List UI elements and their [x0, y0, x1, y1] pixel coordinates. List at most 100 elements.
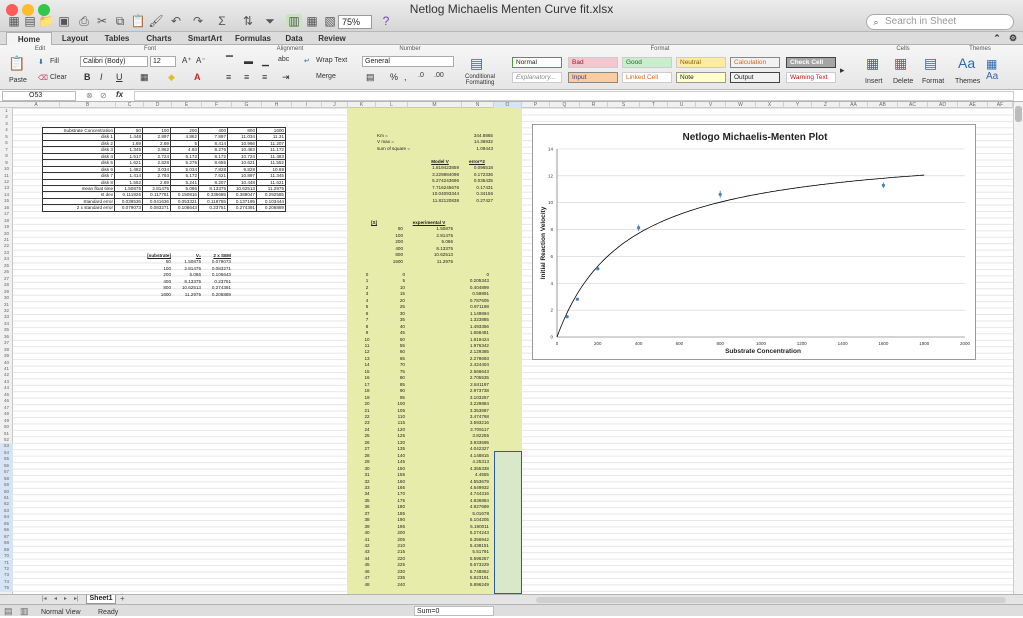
- table-cell[interactable]: 0.106643: [170, 204, 199, 212]
- font-size-select[interactable]: 12: [150, 56, 176, 67]
- table-cell[interactable]: 11.2975: [172, 292, 202, 298]
- row-header[interactable]: 75: [0, 585, 13, 592]
- decrease-font-icon[interactable]: A⁻: [196, 56, 206, 65]
- cell-style-check-cell[interactable]: Check Cell: [786, 57, 836, 68]
- table-cell[interactable]: 0.083271: [142, 204, 171, 212]
- font-color-icon[interactable]: A: [194, 72, 201, 82]
- merge-button[interactable]: Merge: [316, 73, 336, 80]
- themes-icon[interactable]: Aa: [958, 55, 975, 71]
- open-icon[interactable]: 📁: [38, 14, 54, 28]
- table-cell[interactable]: 0.079073: [114, 204, 143, 212]
- text-orientation-icon[interactable]: abc: [278, 56, 289, 63]
- zoom-level[interactable]: 75%: [338, 15, 372, 29]
- new-workbook-icon[interactable]: ▦: [6, 14, 22, 28]
- wrap-text-button[interactable]: Wrap Text: [316, 57, 347, 64]
- chart-data-point[interactable]: [881, 183, 885, 187]
- cell-style-good[interactable]: Good: [622, 57, 672, 68]
- help-icon[interactable]: ?: [378, 14, 394, 28]
- currency-icon[interactable]: ▤: [366, 72, 375, 83]
- theme-fonts-icon[interactable]: Aa: [986, 71, 998, 82]
- filter-icon[interactable]: ⏷: [262, 14, 278, 28]
- save-icon[interactable]: ▣: [56, 14, 72, 28]
- indent-icon[interactable]: ⇥: [282, 72, 290, 83]
- tab-charts[interactable]: Charts: [140, 32, 178, 45]
- search-input[interactable]: Search in Sheet: [866, 14, 1014, 30]
- increase-decimal-icon[interactable]: .0: [418, 72, 424, 79]
- table-cell[interactable]: 240: [374, 582, 406, 588]
- templates-icon[interactable]: ▤: [22, 14, 38, 28]
- prev-sheet-icon[interactable]: ◂: [54, 595, 57, 602]
- cell-style-input[interactable]: Input: [568, 72, 618, 83]
- wrap-text-icon[interactable]: ↵: [304, 57, 310, 65]
- format-painter-icon[interactable]: 🖌: [148, 14, 164, 28]
- chart-area[interactable]: Netlogo Michaelis-Menten Plot Substrate …: [532, 124, 976, 360]
- cut-icon[interactable]: ✂: [94, 14, 110, 28]
- chart-data-point[interactable]: [565, 315, 569, 319]
- table-cell[interactable]: 0.274391: [227, 204, 257, 212]
- chart-data-point[interactable]: [596, 267, 600, 271]
- conditional-formatting-button[interactable]: Conditional Formatting: [460, 74, 500, 86]
- gallery-icon[interactable]: ▦: [304, 14, 320, 28]
- conditional-formatting-icon[interactable]: ▤: [470, 55, 483, 72]
- collapse-ribbon-icon[interactable]: ⌃: [990, 32, 1004, 45]
- table-cell[interactable]: 11.82120838: [420, 198, 460, 204]
- fill-icon[interactable]: ⬇: [38, 58, 44, 66]
- align-left-icon[interactable]: ≡: [226, 72, 231, 82]
- formula-input[interactable]: [134, 91, 1014, 101]
- themes-button[interactable]: Themes: [955, 78, 980, 85]
- cell-style-output[interactable]: Output: [730, 72, 780, 83]
- add-sheet-icon[interactable]: +: [120, 594, 125, 603]
- table-cell[interactable]: 0.23751: [198, 204, 228, 212]
- borders-icon[interactable]: ▦: [140, 72, 149, 83]
- tab-layout[interactable]: Layout: [56, 32, 94, 45]
- cell-style-note[interactable]: Note: [676, 72, 726, 83]
- align-right-icon[interactable]: ≡: [262, 72, 267, 82]
- comma-icon[interactable]: ,: [404, 72, 407, 82]
- paste-clipboard-icon[interactable]: 📋: [8, 55, 25, 72]
- undo-icon[interactable]: ↶: [168, 14, 184, 28]
- increase-font-icon[interactable]: A⁺: [182, 56, 192, 65]
- table-cell[interactable]: 5.896249: [406, 582, 490, 588]
- toolbox-icon[interactable]: ▥: [286, 14, 302, 28]
- bold-icon[interactable]: B: [84, 72, 91, 82]
- tab-data[interactable]: Data: [278, 32, 310, 45]
- vertical-scrollbar[interactable]: [1013, 102, 1023, 594]
- copy-icon[interactable]: ⧉: [112, 14, 128, 28]
- theme-colors-icon[interactable]: ▦: [986, 57, 997, 71]
- sheet-tab-sheet1[interactable]: Sheet1: [86, 595, 116, 604]
- cell-style-neutral[interactable]: Neutral: [676, 57, 726, 68]
- insert-cells-icon[interactable]: ▦: [866, 55, 879, 72]
- cell-style-normal[interactable]: Normal: [512, 57, 562, 68]
- tab-review[interactable]: Review: [314, 32, 350, 45]
- format-cells-icon[interactable]: ▤: [924, 55, 937, 72]
- percent-icon[interactable]: %: [390, 72, 398, 82]
- font-name-select[interactable]: Calibri (Body): [80, 56, 148, 67]
- italic-icon[interactable]: I: [100, 72, 103, 82]
- redo-icon[interactable]: ↷: [190, 14, 206, 28]
- horizontal-scrollbar[interactable]: [536, 597, 1006, 603]
- next-sheet-icon[interactable]: ▸: [64, 595, 67, 602]
- delete-cells-icon[interactable]: ▦: [894, 55, 907, 72]
- underline-icon[interactable]: U: [116, 72, 123, 82]
- cell-style-bad[interactable]: Bad: [568, 57, 618, 68]
- format-button[interactable]: Format: [922, 78, 944, 85]
- table-cell[interactable]: 0.206889: [256, 204, 286, 212]
- cancel-icon[interactable]: ⊗: [86, 91, 93, 100]
- clear-button[interactable]: Clear: [50, 74, 67, 81]
- table-cell[interactable]: 11.2975: [404, 259, 454, 265]
- selected-range[interactable]: [494, 451, 522, 594]
- tab-formulas[interactable]: Formulas: [232, 32, 274, 45]
- table-cell[interactable]: 0.206889: [202, 292, 232, 298]
- first-sheet-icon[interactable]: |◂: [42, 595, 47, 602]
- tab-home[interactable]: Home: [6, 32, 52, 45]
- ribbon-settings-icon[interactable]: ⚙: [1006, 32, 1020, 45]
- name-box[interactable]: O53: [2, 91, 76, 101]
- table-cell[interactable]: 1.09443: [436, 146, 494, 152]
- clear-icon[interactable]: ⌫: [38, 74, 48, 82]
- print-icon[interactable]: ⎙: [76, 14, 92, 28]
- chart-data-point[interactable]: [575, 297, 579, 301]
- table-cell[interactable]: 2 x standard error: [42, 204, 115, 212]
- table-cell[interactable]: 48: [360, 582, 374, 588]
- fill-button[interactable]: Fill: [50, 58, 59, 65]
- last-sheet-icon[interactable]: ▸|: [74, 595, 79, 602]
